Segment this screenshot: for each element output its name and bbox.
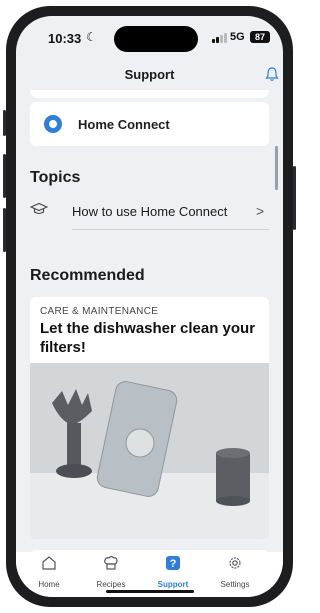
topic-label: How to use Home Connect [72,204,228,219]
home-connect-logo-icon [44,115,62,133]
dynamic-island [114,26,198,52]
tab-home[interactable]: Home [24,554,74,589]
graduation-cap-icon [30,202,48,215]
mute-switch [3,110,6,136]
bell-icon[interactable] [264,66,280,82]
focus-moon-icon: ☾ [86,30,97,44]
signal-icon [212,33,228,43]
home-connect-card[interactable]: Home Connect [30,102,269,146]
status-time: 10:33 [48,31,82,46]
topics-heading: Topics [30,169,81,186]
tab-home-label: Home [38,580,60,589]
topic-item[interactable]: How to use Home Connect > [30,198,269,226]
tab-recipes[interactable]: Recipes [86,554,136,589]
recommended-article-card[interactable]: CARE & MAINTENANCE Let the dishwasher cl… [30,297,269,539]
support-icon: ? [166,556,180,570]
volume-up-button [3,154,6,198]
article-title: Let the dishwasher clean your filters! [40,320,256,356]
tab-settings[interactable]: Settings [210,554,260,589]
chef-hat-icon [104,555,118,570]
chevron-right-icon: > [256,203,265,219]
phone-frame: 10:33 ☾ 5G 87 Support Home Connect Topic… [3,6,296,607]
article-category: CARE & MAINTENANCE [40,306,159,317]
divider [72,229,269,230]
page-title: Support [124,67,175,82]
tab-recipes-label: Recipes [96,580,126,589]
recommended-heading: Recommended [30,267,145,284]
dishwasher-filters-image [30,363,269,539]
volume-down-button [3,208,6,252]
home-connect-label: Home Connect [78,117,170,132]
home-icon [42,556,56,570]
gear-icon [229,557,241,569]
tab-support[interactable]: ? Support [148,554,198,589]
network-type: 5G [230,31,245,43]
status-bar: 10:33 ☾ 5G 87 [16,16,283,56]
battery-icon: 87 [250,31,270,43]
home-indicator[interactable] [106,590,194,593]
tab-support-label: Support [157,580,189,589]
power-button [293,166,296,230]
svg-text:?: ? [170,558,177,570]
app-screen: 10:33 ☾ 5G 87 Support Home Connect Topic… [16,16,283,597]
scrollbar[interactable] [275,146,278,190]
previous-card-edge [30,90,269,98]
tab-settings-label: Settings [220,580,250,589]
